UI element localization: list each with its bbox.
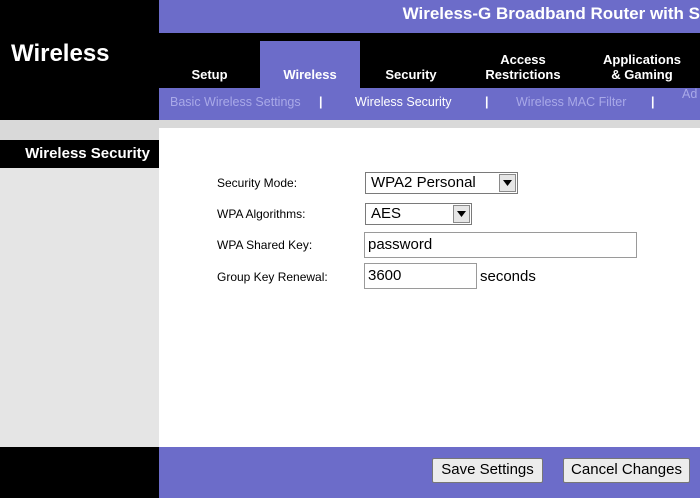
wpa-shared-key-input[interactable]: password: [364, 232, 637, 258]
sub-navigation: Basic Wireless Settings | Wireless Secur…: [159, 87, 700, 120]
subnav-separator: |: [485, 95, 489, 109]
product-header: Wireless-G Broadband Router with S: [159, 0, 700, 33]
section-subtitle: Wireless Security: [0, 140, 159, 168]
tab-access-restrictions[interactable]: Access Restrictions: [462, 37, 584, 88]
content-band: [159, 120, 700, 128]
tab-security[interactable]: Security: [360, 37, 462, 88]
subnav-wireless-mac-filter[interactable]: Wireless MAC Filter: [516, 95, 626, 109]
subnav-separator: |: [319, 95, 323, 109]
group-key-renewal-label: Group Key Renewal:: [217, 270, 328, 284]
main-tabs: Setup Wireless Security Access Restricti…: [159, 37, 700, 88]
security-mode-select[interactable]: WPA2 Personal: [365, 172, 518, 194]
cancel-changes-button[interactable]: Cancel Changes: [563, 458, 690, 483]
tab-wireless[interactable]: Wireless: [260, 37, 360, 88]
security-mode-label: Security Mode:: [217, 176, 298, 190]
section-title: Wireless: [11, 40, 110, 67]
tab-label: Access Restrictions: [485, 52, 561, 82]
subnav-basic-wireless-settings[interactable]: Basic Wireless Settings: [170, 95, 301, 109]
tab-label: Applications & Gaming: [602, 52, 681, 82]
left-spacer: [0, 120, 159, 140]
wpa-algorithms-label: WPA Algorithms:: [217, 207, 306, 221]
tab-label: Security: [385, 67, 437, 82]
tab-label: Setup: [191, 67, 228, 82]
wpa-algorithms-value: AES: [371, 205, 402, 222]
wireless-security-form: Security Mode: WPA2 Personal WPA Algorit…: [159, 128, 700, 447]
subnav-wireless-security[interactable]: Wireless Security: [355, 95, 452, 109]
subnav-separator: |: [651, 95, 655, 109]
footer-bar: Save Settings Cancel Changes: [159, 447, 700, 498]
chevron-down-icon: [499, 174, 516, 192]
tab-label: Wireless: [283, 67, 337, 82]
tab-setup[interactable]: Setup: [159, 37, 260, 88]
tab-applications-gaming[interactable]: Applications & Gaming: [584, 37, 700, 88]
left-body: [0, 168, 159, 447]
subnav-advanced-wireless[interactable]: Ad: [682, 87, 697, 101]
wpa-shared-key-label: WPA Shared Key:: [217, 238, 313, 252]
left-footer: [0, 447, 159, 498]
save-settings-button[interactable]: Save Settings: [432, 458, 543, 483]
product-name: Wireless-G Broadband Router with S: [402, 4, 700, 23]
security-mode-value: WPA2 Personal: [371, 174, 476, 191]
wpa-algorithms-select[interactable]: AES: [365, 203, 472, 225]
renewal-unit-label: seconds: [480, 268, 536, 285]
chevron-down-icon: [453, 205, 470, 223]
group-key-renewal-input[interactable]: 3600: [364, 263, 477, 289]
